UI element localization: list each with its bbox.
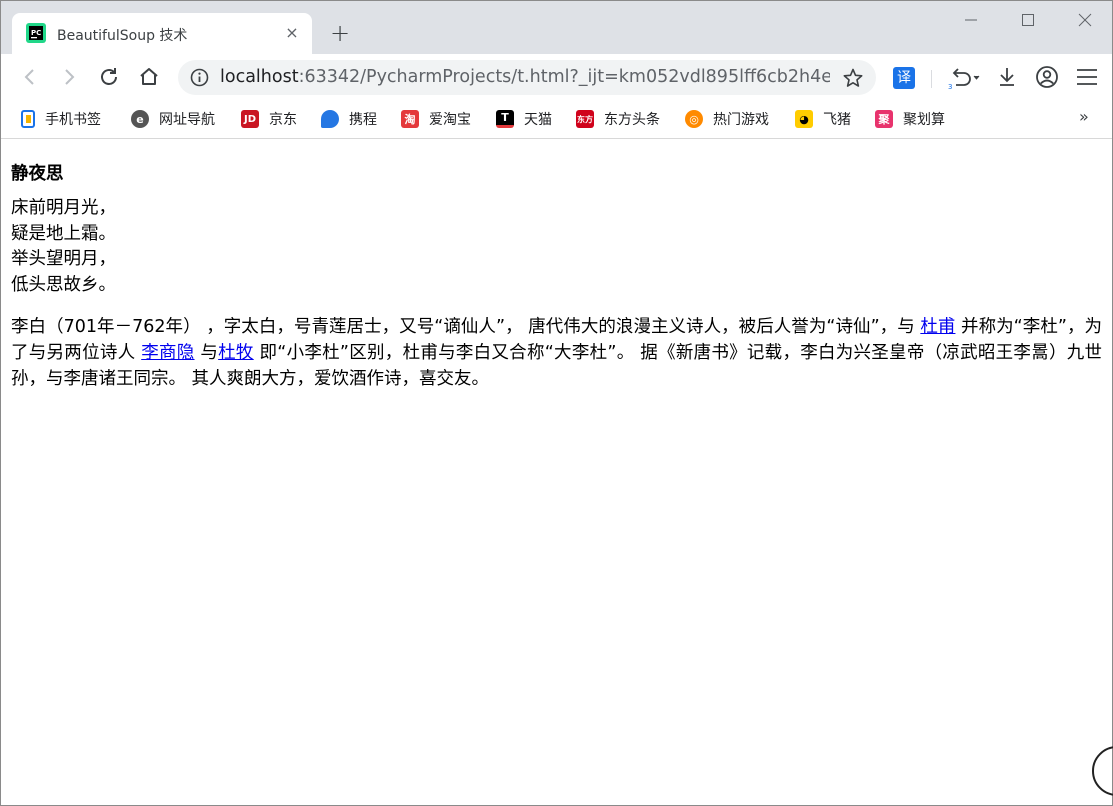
bio-text: 与 <box>194 343 219 363</box>
new-tab-button[interactable]: + <box>327 21 353 47</box>
translate-extension-icon[interactable]: 译 <box>893 67 915 89</box>
bookmark-label: 热门游戏 <box>713 112 769 128</box>
bio-text: 李白（701年－762年） ，字太白，号青莲居士，又号“谪仙人”， 唐代伟大的浪… <box>11 317 921 337</box>
tab-close-icon[interactable]: × <box>282 23 302 43</box>
profile-icon[interactable] <box>1034 64 1060 90</box>
info-icon[interactable] <box>190 68 209 87</box>
url-text[interactable]: localhost:63342/PycharmProjects/t.html?_… <box>220 67 830 87</box>
bookmark-label: 飞猪 <box>823 112 851 128</box>
bookmark-item[interactable]: e 网址导航 <box>131 108 215 130</box>
minimize-icon[interactable] <box>956 7 986 33</box>
undo-history-icon[interactable]: 3 <box>947 64 981 90</box>
bookmark-item[interactable]: T 天猫 <box>496 108 552 130</box>
bookmark-item[interactable]: 手机书签 <box>21 108 101 130</box>
bookmark-label: 聚划算 <box>903 112 945 128</box>
tab-strip: PC BeautifulSoup 技术 × + <box>1 1 1112 54</box>
bookmark-item[interactable]: JD 京东 <box>241 108 297 130</box>
download-icon[interactable] <box>994 64 1020 90</box>
bookmark-item[interactable]: 聚 聚划算 <box>875 108 945 130</box>
poem-line: 疑是地上霜。 <box>11 223 116 244</box>
browser-toolbar: localhost:63342/PycharmProjects/t.html?_… <box>1 54 1112 101</box>
bookmark-label: 京东 <box>269 112 297 128</box>
svg-text:3: 3 <box>948 83 952 90</box>
bookmark-item[interactable]: ◎ 热门游戏 <box>685 108 769 130</box>
taobao-icon: 淘 <box>401 110 419 128</box>
maximize-icon[interactable] <box>1013 7 1043 33</box>
poem: 床前明月光， 疑是地上霜。 举头望明月， 低头思故乡。 <box>11 196 1102 298</box>
bookmarks-more-button[interactable]: » <box>1079 107 1089 126</box>
jd-icon: JD <box>241 110 259 128</box>
pycharm-icon: PC <box>26 23 46 43</box>
reload-icon[interactable] <box>96 64 122 90</box>
bookmark-label: 携程 <box>349 112 377 128</box>
bookmark-item[interactable]: 携程 <box>321 108 377 130</box>
bookmark-label: 东方头条 <box>604 112 660 128</box>
tab-title: BeautifulSoup 技术 <box>57 28 188 44</box>
link-li-shangyin[interactable]: 李商隐 <box>141 343 194 363</box>
url-path: :63342/PycharmProjects/t.html?_ijt=km052… <box>298 67 830 87</box>
tab-active[interactable]: PC BeautifulSoup 技术 × <box>12 13 312 54</box>
forward-icon[interactable] <box>56 64 82 90</box>
svg-text:PC: PC <box>31 29 41 37</box>
dongfang-icon: 东方 <box>576 110 594 128</box>
poem-title: 静夜思 <box>11 164 64 184</box>
home-icon[interactable] <box>136 64 162 90</box>
link-du-fu[interactable]: 杜甫 <box>920 317 955 337</box>
e-icon: e <box>131 110 149 128</box>
bookmark-label: 爱淘宝 <box>429 112 471 128</box>
window-close-icon[interactable] <box>1070 7 1100 33</box>
url-host: localhost <box>220 67 299 87</box>
bookmarks-bar: 手机书签 e 网址导航 JD 京东 携程 淘 爱淘宝 T 天猫 东方 东方头条 … <box>1 101 1112 139</box>
address-bar[interactable]: localhost:63342/PycharmProjects/t.html?_… <box>178 60 876 95</box>
bookmark-item[interactable]: 东方 东方头条 <box>576 108 660 130</box>
link-du-mu[interactable]: 杜牧 <box>218 343 254 363</box>
tmall-icon: T <box>496 110 514 128</box>
back-icon[interactable] <box>17 64 43 90</box>
bookmark-label: 网址导航 <box>159 112 215 128</box>
bookmark-item[interactable]: ◕ 飞猪 <box>795 108 851 130</box>
author-bio: 李白（701年－762年） ，字太白，号青莲居士，又号“谪仙人”， 唐代伟大的浪… <box>11 314 1102 392</box>
juhuasuan-icon: 聚 <box>875 110 893 128</box>
ctrip-icon <box>321 110 339 128</box>
fliggy-icon: ◕ <box>795 110 813 128</box>
phone-bookmark-icon <box>21 110 35 128</box>
bookmark-star-icon[interactable] <box>842 67 864 89</box>
bookmark-item[interactable]: 淘 爱淘宝 <box>401 108 471 130</box>
toolbar-separator <box>931 70 932 88</box>
poem-line: 低头思故乡。 <box>11 274 116 295</box>
page-content: 静夜思 床前明月光， 疑是地上霜。 举头望明月， 低头思故乡。 李白（701年－… <box>1 140 1112 806</box>
bookmark-label: 天猫 <box>524 112 552 128</box>
poem-line: 床前明月光， <box>11 198 116 218</box>
poem-line: 举头望明月， <box>11 249 116 269</box>
menu-icon[interactable] <box>1074 64 1100 90</box>
game-icon: ◎ <box>685 110 703 128</box>
bookmark-label: 手机书签 <box>45 112 101 128</box>
